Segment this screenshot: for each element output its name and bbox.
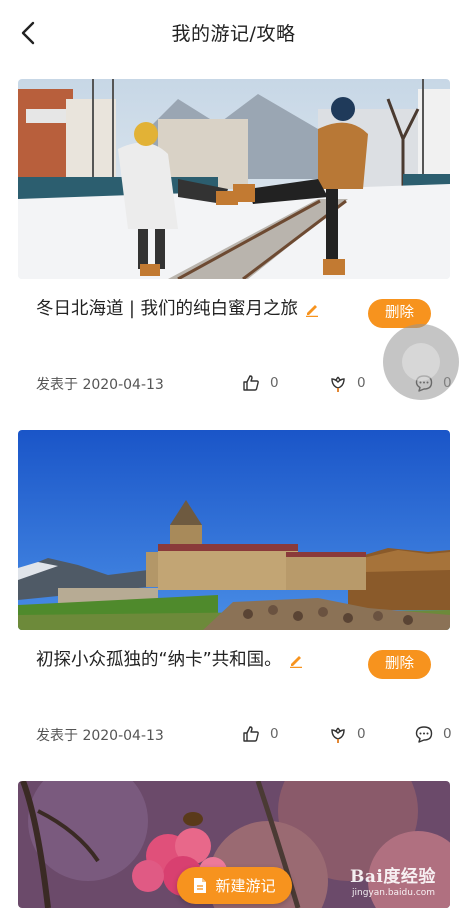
post-date: 发表于 2020-04-13 <box>36 728 164 744</box>
favorite-stat[interactable]: 0 <box>328 723 366 745</box>
comment-stat[interactable]: 0 <box>414 723 452 745</box>
post-title-text: 初探小众孤独的“纳卡”共和国。 <box>36 650 282 670</box>
new-travelogue-button[interactable]: 新建游记 <box>177 867 292 904</box>
comment-icon <box>415 726 433 743</box>
favorite-count: 0 <box>357 726 366 742</box>
flower-icon <box>331 376 345 392</box>
favorite-count: 0 <box>357 375 366 391</box>
comment-count: 0 <box>443 726 452 742</box>
delete-button[interactable]: 删除 <box>368 650 431 679</box>
pencil-icon[interactable] <box>304 301 320 317</box>
like-stat[interactable]: 0 <box>241 372 279 394</box>
watermark-main: Bai度经验 <box>350 867 436 887</box>
touch-indicator <box>383 324 459 400</box>
like-count: 0 <box>270 375 279 391</box>
watermark-url: jingyan.baidu.com <box>352 888 436 898</box>
post-cover-image[interactable] <box>18 430 450 630</box>
baidu-watermark: Bai度经验 jingyan.baidu.com <box>350 858 462 904</box>
post-title-text: 冬日北海道 | 我们的纯白蜜月之旅 <box>36 299 299 319</box>
favorite-stat[interactable]: 0 <box>328 372 366 394</box>
post-card[interactable]: 初探小众孤独的“纳卡”共和国。 删除 发表于 2020-04-13 0 0 0 <box>18 430 452 760</box>
post-title[interactable]: 冬日北海道 | 我们的纯白蜜月之旅 <box>36 295 326 324</box>
like-count: 0 <box>270 726 279 742</box>
post-title[interactable]: 初探小众孤独的“纳卡”共和国。 <box>36 646 326 675</box>
page-title: 我的游记/攻略 <box>171 23 296 45</box>
pencil-icon[interactable] <box>288 652 304 668</box>
new-travelogue-label: 新建游记 <box>215 877 276 895</box>
thumbs-up-icon <box>243 375 259 391</box>
like-stat[interactable]: 0 <box>241 723 279 745</box>
post-cover-image[interactable] <box>18 79 450 279</box>
post-date: 发表于 2020-04-13 <box>36 377 164 393</box>
header: 我的游记/攻略 <box>0 0 467 66</box>
flower-icon <box>331 727 345 743</box>
document-icon <box>194 878 207 893</box>
post-meta: 发表于 2020-04-13 0 0 0 <box>36 723 452 745</box>
thumbs-up-icon <box>243 726 259 742</box>
